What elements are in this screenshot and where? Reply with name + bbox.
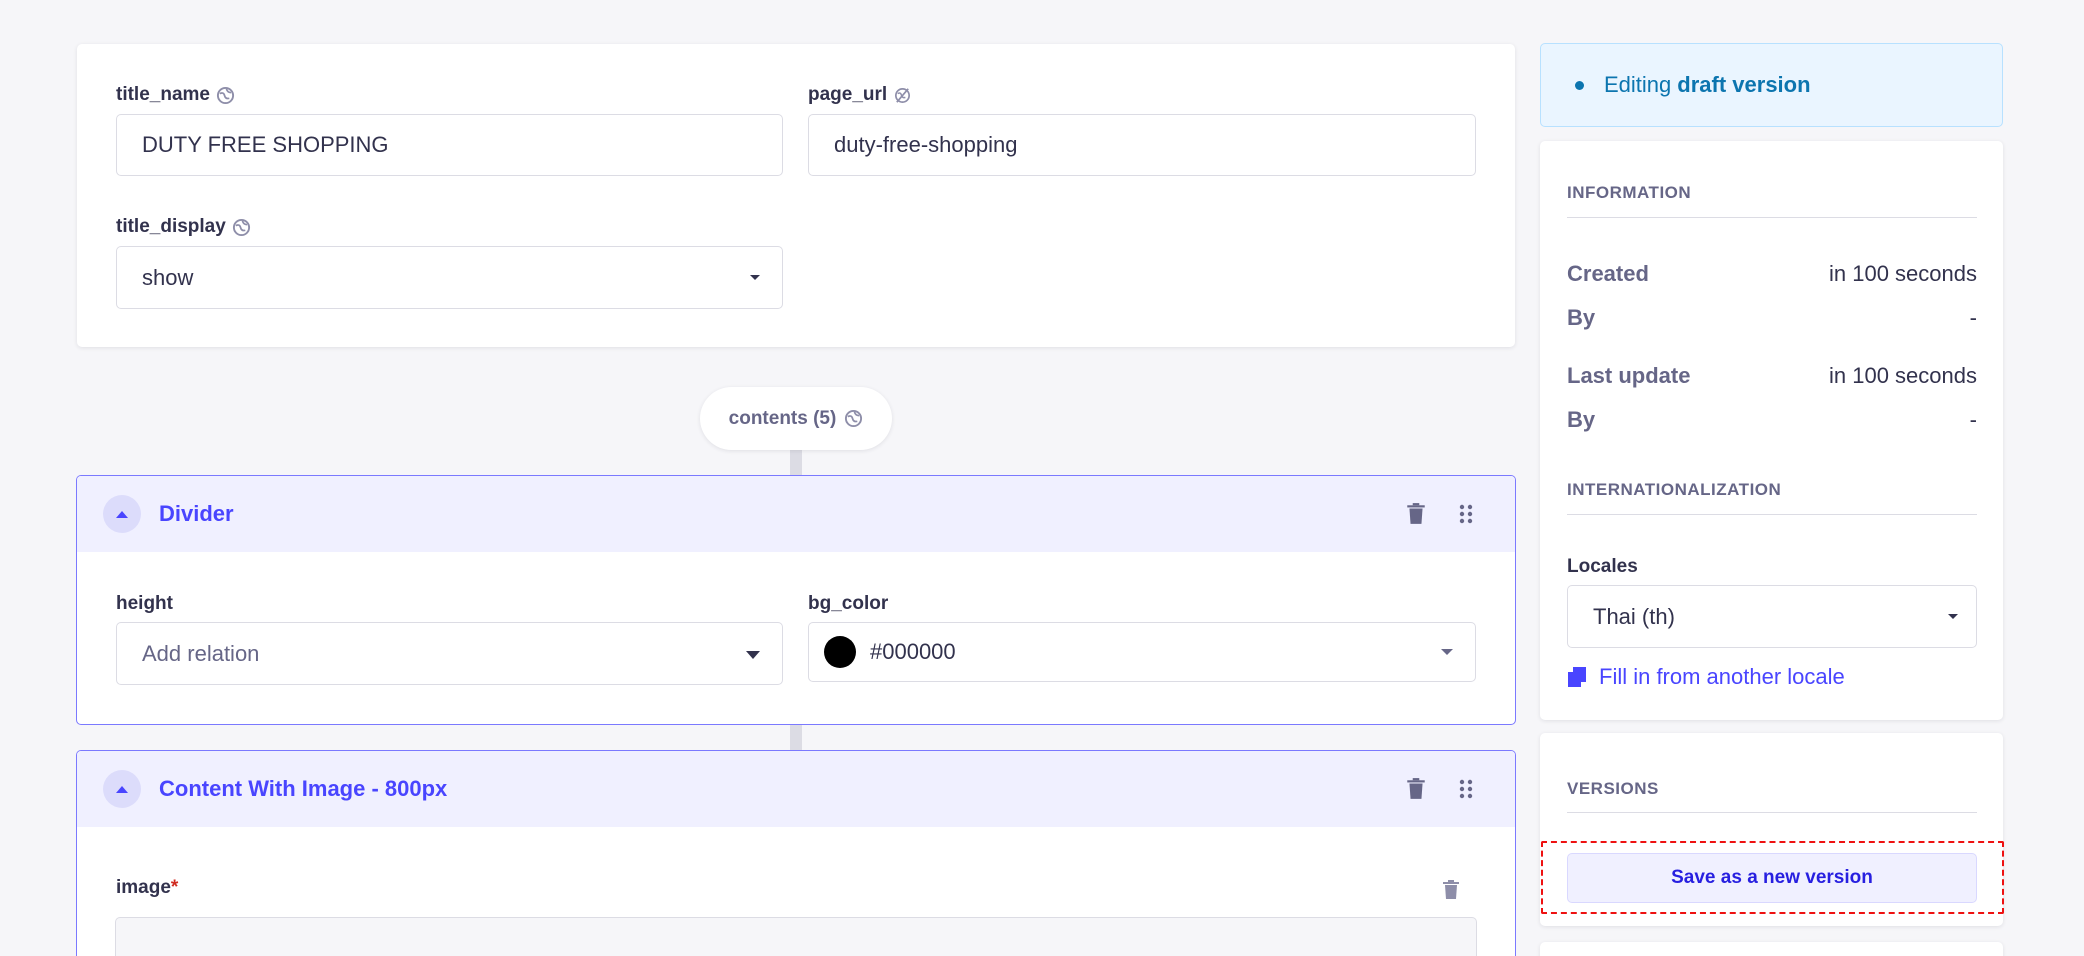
- title-display-select[interactable]: show: [116, 246, 783, 309]
- component-header[interactable]: Content With Image - 800px: [77, 751, 1515, 827]
- bg-color-value: #000000: [870, 639, 956, 664]
- chevron-up-icon[interactable]: [103, 495, 141, 533]
- status-prefix: Editing: [1604, 72, 1672, 97]
- height-relation-select[interactable]: Add relation: [116, 622, 783, 685]
- info-created-key: Created: [1567, 261, 1649, 286]
- contents-pill: contents (5): [700, 387, 892, 450]
- divider: [1567, 217, 1977, 218]
- caret-down-icon: [750, 274, 760, 280]
- save-new-version-label: Save as a new version: [1671, 867, 1873, 888]
- bg-color-label: bg_color: [808, 593, 888, 615]
- divider: [1567, 812, 1977, 813]
- locale-select[interactable]: Thai (th): [1567, 585, 1977, 648]
- globe-icon: [232, 218, 250, 236]
- title-name-label: title_name: [116, 84, 235, 106]
- drag-handle-icon[interactable]: [1455, 502, 1477, 526]
- versions-title: VERSIONS: [1567, 779, 1659, 798]
- info-created-by-key: By: [1567, 305, 1596, 330]
- caret-down-icon: [1948, 613, 1958, 619]
- info-updated-key: Last update: [1567, 363, 1691, 388]
- info-created-value: in 100 seconds: [1829, 261, 1977, 286]
- info-updated-value: in 100 seconds: [1829, 363, 1977, 388]
- component-content-with-image: Content With Image - 800px: [76, 750, 1516, 956]
- trash-icon[interactable]: [1441, 879, 1461, 901]
- component-divider: Divider: [76, 475, 1516, 725]
- internationalization-title: INTERNATIONALIZATION: [1567, 480, 1782, 499]
- info-updated-by-value: -: [1969, 407, 1977, 432]
- save-new-version-button[interactable]: Save as a new version: [1567, 853, 1977, 903]
- caret-down-icon: [746, 650, 760, 659]
- fill-from-locale-text: Fill in from another locale: [1599, 664, 1845, 689]
- bg-color-picker[interactable]: #000000: [808, 622, 1476, 682]
- duplicate-icon: [1568, 667, 1586, 687]
- next-sidebar-card: [1540, 942, 2003, 956]
- image-label: image *: [116, 877, 178, 899]
- height-label-text: height: [116, 593, 173, 614]
- title-display-value: show: [142, 264, 194, 290]
- title-display-label-text: title_display: [116, 216, 226, 237]
- page-url-value: duty-free-shopping: [834, 132, 1018, 157]
- dynamic-zone-connector: [790, 724, 802, 752]
- drag-handle-icon[interactable]: [1455, 777, 1477, 801]
- title-name-input[interactable]: DUTY FREE SHOPPING: [116, 114, 783, 176]
- globe-icon: [845, 409, 863, 428]
- page-url-label-text: page_url: [808, 84, 888, 105]
- fill-from-locale-link[interactable]: Fill in from another locale: [1567, 664, 1845, 690]
- caret-down-icon: [1441, 649, 1453, 655]
- height-label: height: [116, 593, 173, 615]
- title-name-value: DUTY FREE SHOPPING: [142, 132, 389, 157]
- image-dropzone[interactable]: [115, 917, 1477, 956]
- info-updated-by-key: By: [1567, 407, 1596, 432]
- component-title: Content With Image - 800px: [159, 776, 448, 801]
- status-emphasis: draft version: [1677, 72, 1811, 97]
- contents-label: contents (5): [728, 407, 837, 429]
- image-label-text: image: [116, 877, 171, 898]
- page-url-label: page_url: [808, 84, 912, 106]
- locales-label: Locales: [1567, 556, 1638, 577]
- title-name-label-text: title_name: [116, 84, 210, 105]
- chevron-up-icon[interactable]: [103, 770, 141, 808]
- page-url-input[interactable]: duty-free-shopping: [808, 114, 1476, 176]
- locale-value: Thai (th): [1593, 603, 1675, 629]
- title-display-label: title_display: [116, 216, 251, 238]
- component-title: Divider: [159, 501, 234, 526]
- trash-icon[interactable]: [1405, 777, 1427, 801]
- required-mark: *: [170, 877, 179, 898]
- info-created-by-value: -: [1969, 305, 1977, 330]
- status-banner: Editing draft version: [1540, 43, 2003, 127]
- component-header[interactable]: Divider: [77, 476, 1515, 552]
- color-swatch[interactable]: [824, 636, 856, 668]
- globe-off-icon: [895, 87, 911, 103]
- divider: [1567, 514, 1977, 515]
- bg-color-label-text: bg_color: [808, 593, 889, 614]
- status-dot-icon: [1575, 80, 1584, 90]
- height-placeholder: Add relation: [142, 640, 260, 666]
- trash-icon[interactable]: [1405, 502, 1427, 526]
- globe-icon: [216, 86, 235, 104]
- information-title: INFORMATION: [1567, 183, 1692, 202]
